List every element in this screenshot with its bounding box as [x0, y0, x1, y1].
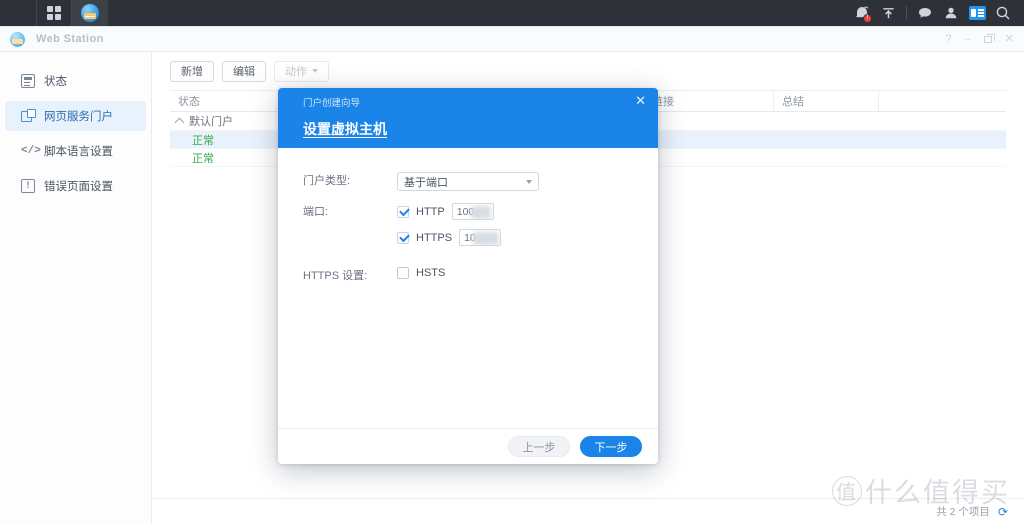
dialog-header: 门户创建向导 设置虚拟主机 ✕	[278, 88, 658, 148]
portal-type-value: 基于端口	[404, 176, 448, 189]
hsts-row: HSTS	[397, 267, 658, 279]
column-header-summary[interactable]: 总结	[774, 91, 879, 111]
back-button[interactable]: 上一步	[508, 436, 570, 457]
redaction-overlay	[470, 206, 491, 219]
web-station-icon	[81, 4, 99, 22]
ports-control: HTTP 100 HTTPS 10	[397, 203, 658, 255]
maximize-icon[interactable]	[983, 34, 995, 43]
portal-wizard-dialog: 门户创建向导 设置虚拟主机 ✕ 门户类型: 基于端口 端口: HTTP 100 …	[278, 88, 658, 464]
http-row: HTTP 100	[397, 203, 658, 220]
group-row-label: 默认门户	[189, 116, 233, 128]
sidebar-item-label: 网页服务门户	[44, 111, 113, 123]
hsts-checkbox[interactable]	[397, 267, 409, 279]
next-button[interactable]: 下一步	[580, 436, 642, 457]
taskbar-item-web-station[interactable]	[72, 0, 108, 26]
web-station-icon	[10, 31, 25, 47]
window-title: Web Station	[36, 33, 104, 45]
portal-type-control: 基于端口	[397, 172, 658, 191]
taskbar: !	[0, 0, 1024, 26]
sidebar: 状态 网页服务门户 </> 脚本语言设置 ! 错误页面设置	[0, 52, 152, 524]
sidebar-item-script-language[interactable]: </> 脚本语言设置	[5, 136, 146, 166]
window-controls: ? – ✕	[946, 27, 1014, 52]
portal-type-select[interactable]: 基于端口	[397, 172, 539, 191]
field-https-settings: HTTPS 设置: HSTS	[278, 267, 658, 288]
grid-icon	[47, 6, 61, 20]
chat-icon[interactable]	[912, 0, 938, 26]
dialog-title: 设置虚拟主机	[303, 121, 387, 137]
item-count-label: 共 2 个项目	[936, 506, 990, 518]
refresh-icon[interactable]: ⟳	[998, 505, 1008, 519]
hsts-label: HSTS	[416, 267, 446, 279]
notification-alert-icon[interactable]: !	[849, 0, 875, 26]
help-button[interactable]: ?	[946, 34, 952, 45]
https-row: HTTPS 10	[397, 229, 658, 246]
ports-label: 端口:	[303, 206, 329, 218]
status-icon	[21, 74, 35, 88]
dialog-body: 门户类型: 基于端口 端口: HTTP 100 HTTPS 10 HTTPS 设…	[278, 148, 658, 428]
sidebar-item-status[interactable]: 状态	[5, 66, 146, 96]
taskbar-left-group	[0, 0, 108, 26]
add-button[interactable]: 新增	[170, 60, 214, 82]
apps-menu-button[interactable]	[36, 0, 72, 26]
user-icon[interactable]	[938, 0, 964, 26]
edit-button[interactable]: 编辑	[222, 60, 266, 82]
close-icon[interactable]: ✕	[635, 94, 646, 107]
https-port-input[interactable]: 10	[459, 229, 502, 246]
chevron-up-icon[interactable]	[174, 117, 185, 127]
sidebar-item-label: 状态	[44, 76, 67, 88]
action-dropdown-label: 动作	[285, 66, 307, 78]
redaction-overlay	[473, 232, 500, 245]
dialog-eyebrow: 门户创建向导	[303, 98, 361, 109]
https-label: HTTPS	[416, 231, 453, 244]
screen: ! Web Station ? – ✕ 状态 网页服务门户 </> 脚本语言设置…	[0, 0, 1024, 524]
https-settings-label: HTTPS 设置:	[303, 270, 368, 282]
http-port-input[interactable]: 100	[451, 203, 494, 220]
upload-icon[interactable]	[875, 0, 901, 26]
https-checkbox[interactable]	[397, 231, 409, 244]
status-bar: 共 2 个项目 ⟳	[152, 498, 1024, 524]
http-label: HTTP	[416, 205, 445, 218]
http-checkbox[interactable]	[397, 205, 409, 218]
content-toolbar: 新增 编辑 动作	[152, 52, 1024, 90]
script-icon: </>	[21, 145, 41, 157]
taskbar-right-group: !	[849, 0, 1024, 26]
close-button[interactable]: ✕	[1005, 34, 1014, 45]
error-page-icon: !	[21, 179, 35, 193]
taskbar-spacer	[0, 0, 36, 26]
action-dropdown-button[interactable]: 动作	[274, 60, 329, 82]
field-ports: 端口: HTTP 100 HTTPS 10	[278, 203, 658, 255]
https-settings-control: HSTS	[397, 267, 658, 288]
portal-icon	[21, 109, 36, 123]
notification-badge: !	[863, 14, 872, 23]
field-portal-type: 门户类型: 基于端口	[278, 172, 658, 191]
sidebar-item-error-page[interactable]: ! 错误页面设置	[5, 171, 146, 201]
sidebar-item-label: 脚本语言设置	[44, 146, 113, 158]
chevron-down-icon	[526, 180, 532, 184]
column-header-extra[interactable]	[879, 91, 1006, 111]
chevron-down-icon	[312, 69, 318, 73]
minimize-button[interactable]: –	[965, 34, 971, 45]
sidebar-item-web-service-portal[interactable]: 网页服务门户	[5, 101, 146, 131]
portal-type-label: 门户类型:	[303, 175, 351, 187]
widget-panel-icon[interactable]	[964, 0, 990, 26]
sidebar-item-label: 错误页面设置	[44, 181, 113, 193]
search-icon[interactable]	[990, 0, 1016, 26]
column-header-link[interactable]: 链接	[644, 91, 774, 111]
window-titlebar: Web Station ? – ✕	[0, 27, 1024, 52]
dialog-footer: 上一步 下一步	[278, 428, 658, 464]
taskbar-divider	[906, 6, 907, 20]
